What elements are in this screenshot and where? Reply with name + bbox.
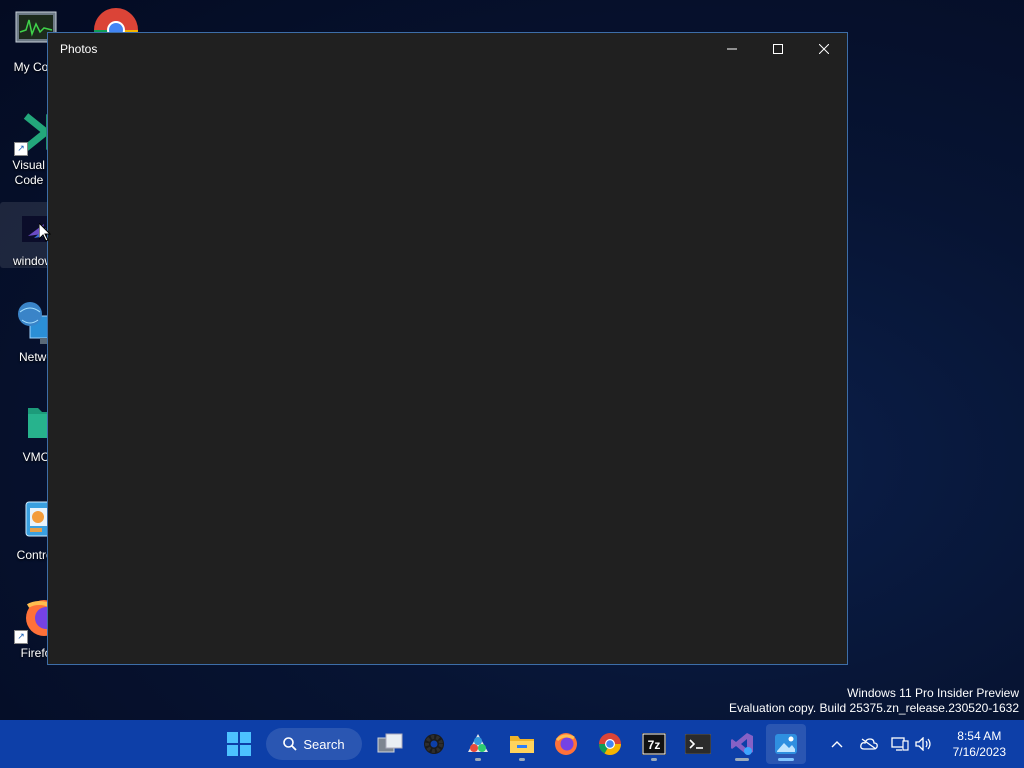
file-explorer-icon <box>510 736 534 753</box>
mouse-cursor-icon <box>38 221 52 247</box>
inkscape-icon <box>468 734 488 752</box>
visual-studio-button[interactable] <box>722 724 762 764</box>
volume-icon <box>915 737 931 751</box>
volume-button[interactable] <box>913 720 935 768</box>
window-controls <box>709 33 847 65</box>
task-view-button[interactable] <box>370 724 410 764</box>
photos-content-area[interactable] <box>48 65 847 664</box>
evaluation-watermark: Windows 11 Pro Insider Preview Evaluatio… <box>729 686 1019 716</box>
start-button[interactable] <box>219 724 259 764</box>
search-label: Search <box>303 736 345 752</box>
running-indicator <box>519 758 525 761</box>
visual-studio-icon <box>731 733 753 755</box>
running-indicator <box>475 758 481 761</box>
minimize-button[interactable] <box>709 33 755 65</box>
search-icon <box>283 737 298 751</box>
running-indicator <box>778 758 794 761</box>
firefox-icon <box>555 733 577 755</box>
watermark-line2: Evaluation copy. Build 25375.zn_release.… <box>729 701 1019 715</box>
maximize-icon <box>773 44 783 54</box>
terminal-icon <box>685 734 711 754</box>
task-view-icon <box>377 733 403 753</box>
shortcut-arrow-icon: ↗ <box>14 630 28 644</box>
running-indicator <box>735 758 749 761</box>
window-title: Photos <box>60 42 98 56</box>
svg-text:7z: 7z <box>648 738 661 752</box>
start-icon <box>227 732 251 756</box>
watermark-line1: Windows 11 Pro Insider Preview <box>847 686 1019 700</box>
7zip-button[interactable]: 7z <box>634 724 674 764</box>
tray-chevron-button[interactable] <box>826 720 848 768</box>
maximize-button[interactable] <box>755 33 801 65</box>
photos-taskbar-button[interactable] <box>766 724 806 764</box>
chevron-up-icon <box>831 741 843 748</box>
7zip-icon: 7z <box>642 733 666 755</box>
clock-date: 7/16/2023 <box>952 745 1006 759</box>
running-indicator <box>651 758 657 761</box>
taskbar-clock[interactable]: 8:54 AM 7/16/2023 <box>953 728 1006 760</box>
cloud-icon <box>860 738 878 750</box>
close-button[interactable] <box>801 33 847 65</box>
minimize-icon <box>727 48 737 50</box>
chrome-taskbar-button[interactable] <box>590 724 630 764</box>
firefox-taskbar-button[interactable] <box>546 724 586 764</box>
photos-window[interactable]: Photos <box>47 32 848 665</box>
taskbar: Search 7z 8:54 AM 7/16/2023 <box>0 720 1024 768</box>
clock-time: 8:54 AM <box>957 729 1002 743</box>
onedrive-button[interactable] <box>857 720 881 768</box>
window-titlebar[interactable]: Photos <box>48 33 847 65</box>
settings-icon <box>424 734 444 754</box>
photos-icon <box>775 734 797 754</box>
chrome-icon <box>599 733 621 755</box>
network-button[interactable] <box>889 720 911 768</box>
shortcut-arrow-icon: ↗ <box>14 142 28 156</box>
terminal-button[interactable] <box>678 724 718 764</box>
network-icon <box>891 737 909 751</box>
inkscape-button[interactable] <box>458 724 498 764</box>
file-explorer-button[interactable] <box>502 724 542 764</box>
taskbar-search-button[interactable]: Search <box>266 728 362 760</box>
close-icon <box>819 44 829 54</box>
settings-button[interactable] <box>414 724 454 764</box>
